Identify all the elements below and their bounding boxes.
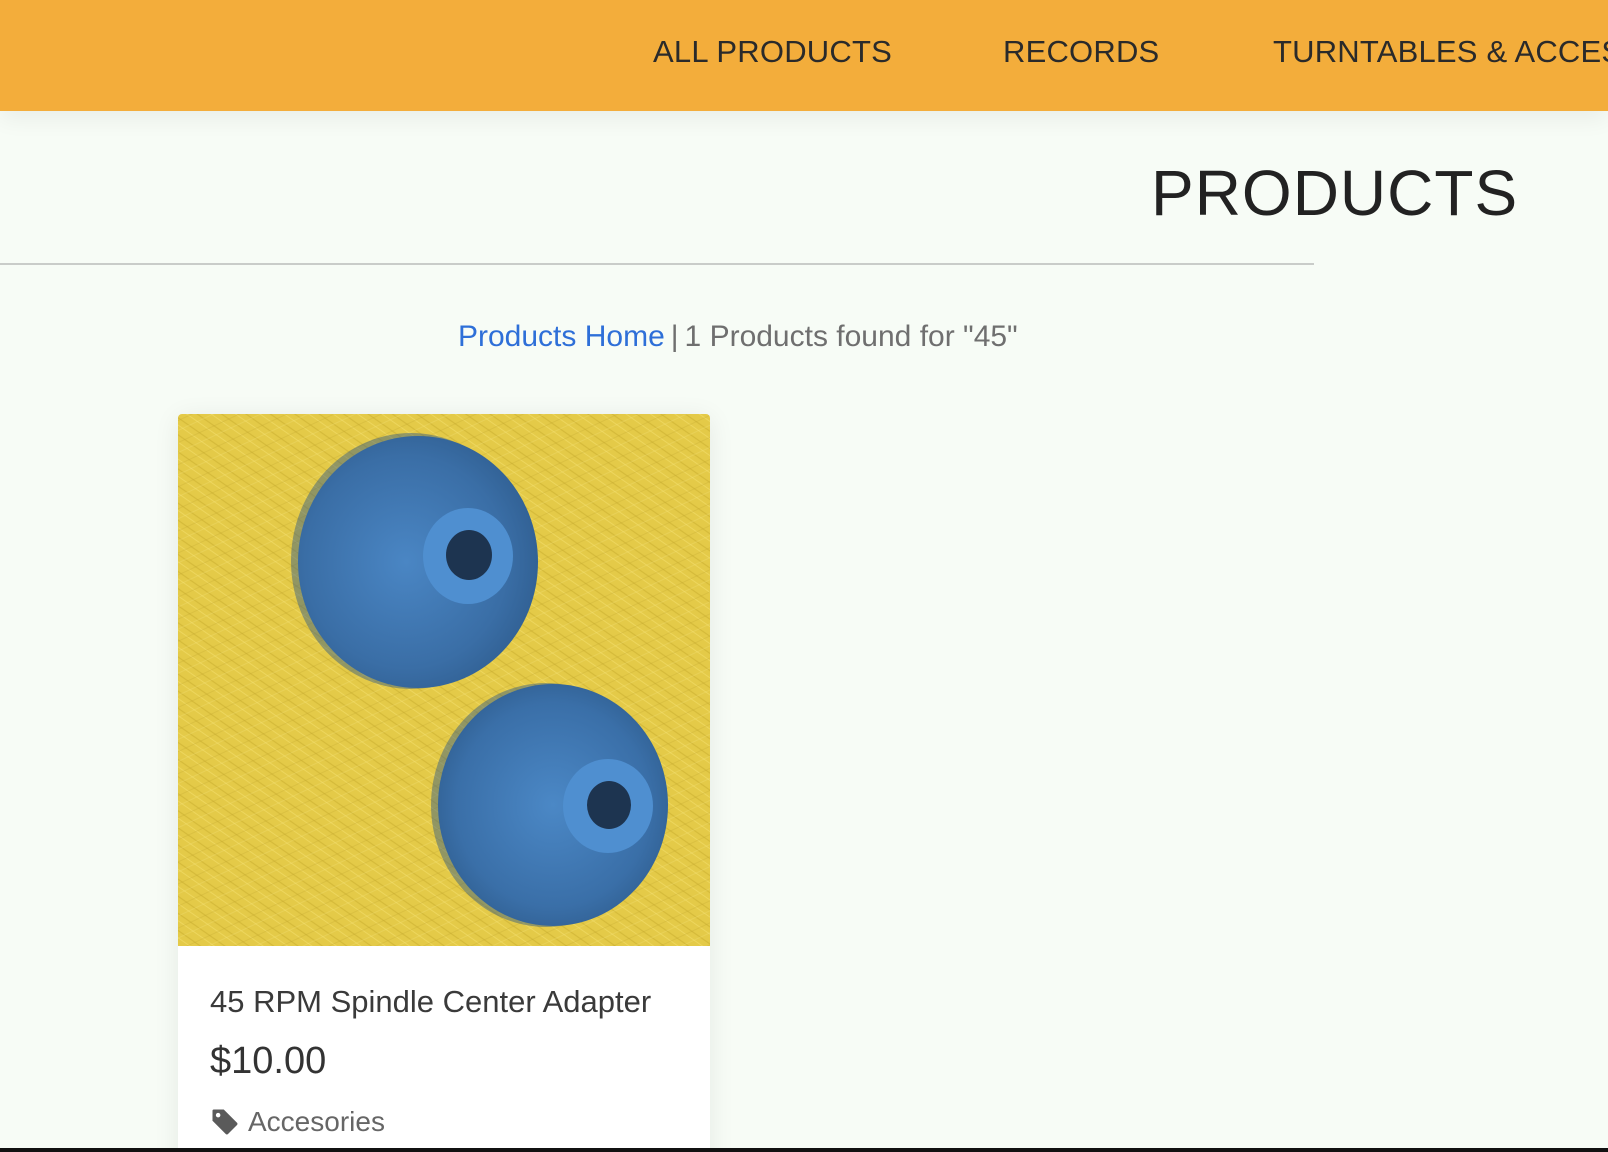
breadcrumb-separator: | — [670, 320, 679, 353]
breadcrumb: Products Home | 1 Products found for "45" — [458, 320, 1018, 354]
nav-item-records[interactable]: RECORDS — [1003, 34, 1159, 70]
product-image[interactable] — [178, 414, 710, 946]
product-card[interactable]: 45 RPM Spindle Center Adapter $10.00 Acc… — [178, 414, 710, 1152]
product-price: $10.00 — [210, 1040, 327, 1082]
page: ALL PRODUCTS RECORDS TURNTABLES & ACCESO… — [0, 0, 1608, 1152]
tag-icon — [212, 1109, 238, 1135]
top-navigation-bar: ALL PRODUCTS RECORDS TURNTABLES & ACCESO — [0, 0, 1608, 111]
product-category-label[interactable]: Accesories — [248, 1106, 385, 1138]
results-count-text: 1 Products found for "45" — [684, 320, 1018, 353]
products-home-link[interactable]: Products Home — [458, 320, 665, 353]
product-name[interactable]: 45 RPM Spindle Center Adapter — [210, 984, 651, 1020]
nav-item-turntables-accessories[interactable]: TURNTABLES & ACCESO — [1273, 34, 1608, 70]
nav-item-all-products[interactable]: ALL PRODUCTS — [653, 34, 892, 70]
product-category: Accesories — [210, 1106, 385, 1138]
window-bottom-edge — [0, 1148, 1608, 1152]
page-title: PRODUCTS — [1151, 157, 1519, 229]
title-divider — [0, 263, 1314, 265]
